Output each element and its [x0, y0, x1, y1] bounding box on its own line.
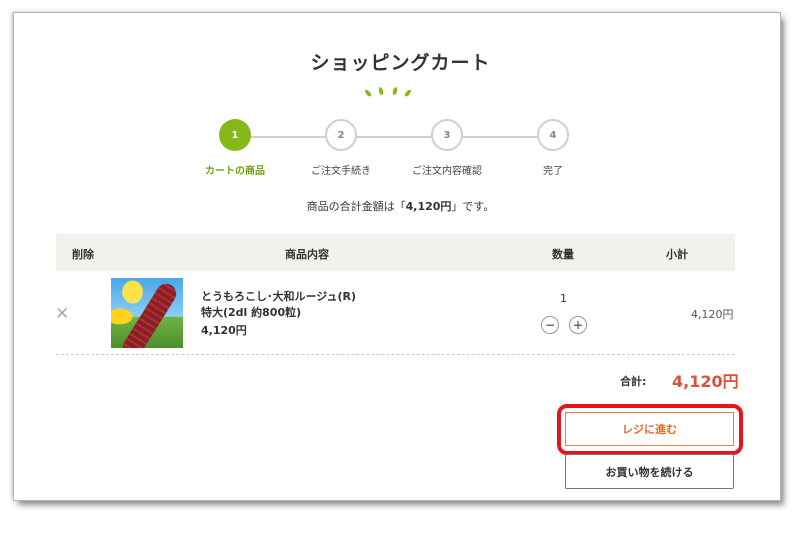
highlight-box [557, 404, 743, 455]
product-variant: 特大(2dl 約800粒) [201, 306, 302, 319]
total-value: 4,120円 [672, 372, 739, 391]
corn-cob-shape [120, 280, 180, 348]
cart-table-header: 削除 商品内容 数量 小計 [56, 234, 735, 271]
step-4-circle: 4 [537, 119, 569, 151]
summary-prefix: 商品の合計金額は「 [306, 200, 406, 213]
cart-summary-text: 商品の合計金額は「4,120円」です。 [0, 198, 801, 214]
row-divider [56, 354, 735, 355]
product-info: とうもろこし･大和ルージュ(R) 特大(2dl 約800粒) 4,120円 [201, 289, 356, 339]
summary-amount: 4,120円 [405, 200, 452, 213]
remove-item-icon[interactable]: ✕ [55, 304, 69, 324]
step-3-label: ご注文内容確認 [412, 166, 482, 177]
item-subtotal: 4,120円 [691, 308, 734, 321]
continue-shopping-button[interactable]: お買い物を続ける [565, 454, 734, 489]
header-subtotal: 小計 [666, 248, 688, 261]
quantity-decrease-button[interactable]: − [541, 316, 559, 334]
quantity-value: 1 [560, 292, 567, 305]
step-1-circle: 1 [219, 119, 251, 151]
step-3-circle: 3 [431, 119, 463, 151]
summary-suffix: 」です。 [451, 200, 495, 213]
step-1-label: カートの商品 [205, 166, 265, 177]
total-label: 合計: [620, 375, 647, 388]
step-4-label: 完了 [543, 166, 563, 177]
quantity-increase-button[interactable]: + [569, 316, 587, 334]
step-2-label: ご注文手続き [311, 166, 371, 177]
product-name[interactable]: とうもろこし･大和ルージュ(R) [201, 289, 356, 305]
page-title: ショッピングカート [310, 52, 491, 74]
header-quantity: 数量 [552, 248, 574, 261]
product-image[interactable] [111, 278, 183, 348]
step-2-circle: 2 [325, 119, 357, 151]
progress-line [238, 136, 556, 138]
header-item: 商品内容 [285, 248, 329, 261]
product-price: 4,120円 [201, 324, 247, 337]
header-delete: 削除 [72, 248, 94, 261]
